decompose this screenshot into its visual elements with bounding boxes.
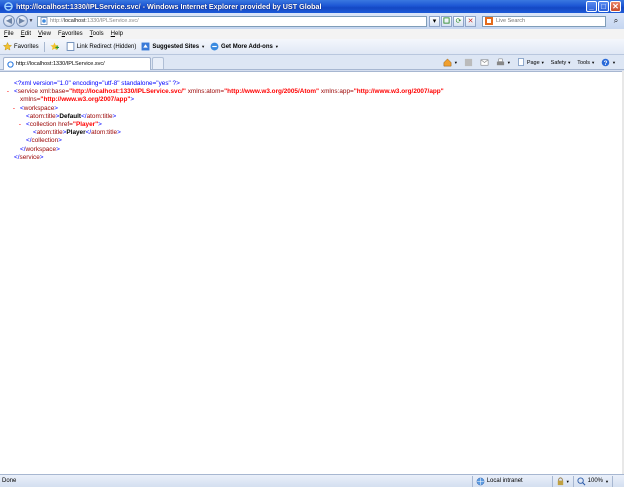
ie-page-icon	[7, 60, 14, 68]
forward-button[interactable]: ▶	[16, 15, 28, 27]
collapse-toggle[interactable]: -	[12, 105, 20, 113]
menu-favorites[interactable]: Favorites	[58, 31, 83, 37]
suggested-sites-icon	[141, 42, 150, 51]
collapse-toggle[interactable]: -	[6, 88, 14, 96]
minimize-button[interactable]: _	[586, 1, 597, 12]
xml-collection-title: <atom:title>Player</atom:title>	[33, 129, 121, 137]
page-content: <?xml version="1.0" encoding="utf-8" sta…	[0, 71, 624, 474]
intranet-icon	[476, 477, 485, 486]
print-button[interactable]: ▼	[496, 58, 511, 67]
close-button[interactable]: ✕	[610, 1, 621, 12]
search-box[interactable]	[482, 15, 606, 27]
help-icon: ?	[601, 58, 610, 67]
search-input[interactable]	[496, 18, 596, 24]
menu-file[interactable]: File	[4, 31, 14, 37]
xml-declaration: <?xml version="1.0" encoding="utf-8" sta…	[14, 80, 180, 87]
tools-menu-button[interactable]: Tools ▼	[577, 60, 595, 66]
live-search-icon	[485, 16, 494, 26]
xml-service-close: </service>	[14, 153, 44, 161]
suggested-sites-link[interactable]: Suggested Sites ▼	[141, 42, 205, 51]
menu-edit[interactable]: Edit	[21, 31, 31, 37]
menu-bar: File Edit View Favorites Tools Help	[0, 29, 624, 39]
chevron-down-icon: ▼	[201, 44, 206, 49]
xml-service-open: - <service xml:base="http://localhost:133…	[6, 88, 444, 96]
read-mail-button[interactable]	[480, 58, 490, 67]
svg-text:?: ?	[604, 60, 608, 67]
page-link-icon	[66, 42, 75, 51]
page-icon	[40, 17, 48, 25]
help-button[interactable]: ? ▼	[601, 58, 616, 67]
window-title: http://localhost:1330/IPLService.svc/ - …	[16, 2, 322, 11]
status-text: Done	[2, 478, 17, 484]
compatibility-view-icon[interactable]	[441, 15, 452, 27]
get-more-addons-link[interactable]: Get More Add-ons ▼	[210, 42, 279, 51]
xml-service-xmlns: xmlns="http://www.w3.org/2007/app">	[20, 96, 135, 104]
recent-pages-dropdown[interactable]: ▼	[28, 16, 34, 26]
command-bar: ▼ ▼ Page ▼ Safety ▼ Tools ▼ ? ▼	[443, 57, 616, 68]
page-menu-button[interactable]: Page ▼	[517, 58, 545, 67]
magnifier-icon	[577, 476, 586, 486]
ie-logo-icon	[3, 2, 13, 12]
zoom-button[interactable]: 100% ▼	[572, 475, 612, 487]
page-icon	[517, 58, 526, 67]
xml-workspace-open: - <workspace>	[12, 104, 59, 113]
search-icon[interactable]: ⌕	[608, 16, 624, 27]
favorites-separator	[43, 41, 45, 52]
xml-collection-open: - <collection href="Player">	[18, 121, 102, 129]
status-bar: Done Local intranet ▼ 100% ▼	[0, 474, 624, 487]
favorites-button[interactable]: Favorites	[3, 41, 39, 51]
tab-iplservice[interactable]: http://localhost:1330/IPLService.svc/	[3, 57, 151, 70]
safety-menu-button[interactable]: Safety ▼	[551, 60, 572, 66]
xml-workspace-close: </workspace>	[20, 145, 60, 153]
rss-feed-icon	[464, 58, 473, 67]
xml-workspace-title: <atom:title>Default</atom:title>	[26, 112, 117, 120]
feeds-button[interactable]	[464, 58, 474, 67]
address-text[interactable]: http://localhost:1330/IPLService.svc/	[50, 18, 139, 24]
new-tab-button[interactable]	[152, 57, 164, 69]
stop-icon[interactable]: ✕	[465, 15, 476, 27]
address-bar[interactable]: http://localhost:1330/IPLService.svc/	[37, 15, 427, 27]
protected-mode-button[interactable]: ▼	[551, 475, 573, 487]
navigation-bar: ◀ ▶ ▼ http://localhost:1330/IPLService.s…	[0, 13, 624, 29]
star-icon	[3, 41, 12, 51]
xml-collection-close: </collection>	[26, 137, 62, 145]
maximize-button[interactable]: □	[598, 1, 609, 12]
title-bar: http://localhost:1330/IPLService.svc/ - …	[0, 0, 624, 13]
mail-icon	[480, 58, 489, 67]
printer-icon	[496, 58, 505, 67]
link-redirect-link[interactable]: Link Redirect (Hidden)	[66, 42, 136, 51]
refresh-icon[interactable]: ⟳	[453, 15, 464, 27]
add-to-favorites-icon	[50, 42, 59, 51]
menu-view[interactable]: View	[38, 31, 51, 37]
home-icon	[443, 58, 452, 67]
xml-document: <?xml version="1.0" encoding="utf-8" sta…	[6, 80, 444, 162]
menu-help[interactable]: Help	[111, 31, 123, 37]
chevron-down-icon: ▼	[274, 44, 279, 49]
add-favorite-button[interactable]	[50, 42, 61, 51]
favorites-bar: Favorites Link Redirect (Hidden) Suggest…	[0, 39, 624, 55]
security-zone[interactable]: Local intranet	[471, 475, 552, 487]
menu-tools[interactable]: Tools	[90, 31, 104, 37]
home-button[interactable]: ▼	[443, 58, 458, 67]
back-button[interactable]: ◀	[3, 15, 15, 27]
resize-grip[interactable]	[612, 475, 624, 487]
lock-icon	[556, 477, 565, 486]
collapse-toggle[interactable]: -	[18, 121, 26, 129]
address-dropdown-button[interactable]: ▾	[429, 15, 440, 27]
addons-icon	[210, 42, 219, 51]
